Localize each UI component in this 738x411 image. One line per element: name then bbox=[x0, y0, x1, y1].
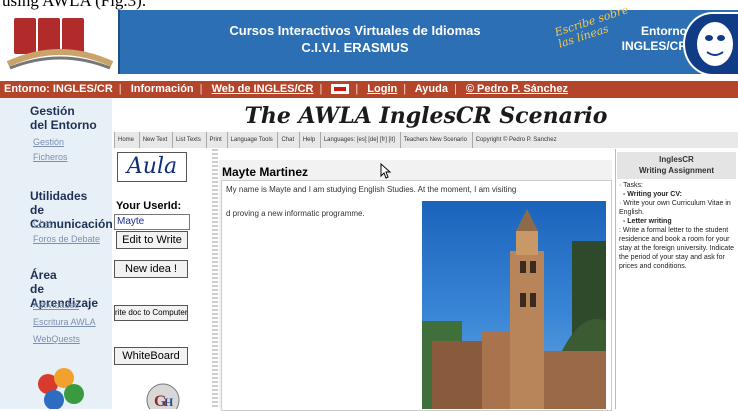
back-arrow-icon[interactable] bbox=[331, 84, 350, 95]
text-line-2: d proving a new informatic programme. bbox=[226, 209, 365, 218]
svg-text:H: H bbox=[164, 395, 174, 409]
gh-logo-icon: G H bbox=[146, 383, 180, 409]
nav-item-ayuda[interactable]: Ayuda bbox=[415, 83, 448, 95]
church-tower-image bbox=[422, 209, 606, 409]
sidebar-link-foros[interactable]: Foros de Debate bbox=[33, 234, 100, 244]
mouse-pointer-icon bbox=[380, 163, 392, 179]
toolbar-home[interactable]: Home bbox=[114, 132, 137, 148]
control-column bbox=[114, 149, 214, 409]
task2-title: - Letter writing bbox=[623, 218, 672, 225]
sidebar-link-webquests[interactable]: WebQuests bbox=[33, 334, 80, 344]
app-title: The AWLA InglesCR Scenario bbox=[244, 103, 608, 129]
sidebar-link-escritura[interactable]: Escritura AWLA bbox=[33, 317, 96, 327]
assignment-header: InglesCR Writing Assignment bbox=[617, 152, 736, 179]
task2-body: : Write a formal letter to the student r… bbox=[619, 227, 735, 270]
institution-logo[interactable] bbox=[0, 10, 120, 74]
mask-icon bbox=[697, 22, 733, 66]
sidebar-link-actividades[interactable]: Actividades bbox=[33, 300, 79, 310]
write-doc-to-computer-button[interactable]: rite doc to Computer bbox=[114, 305, 188, 321]
toolbar-new-text[interactable]: New Text bbox=[138, 132, 171, 148]
toolbar-help[interactable]: Help bbox=[298, 132, 318, 148]
nav-copyright[interactable]: © Pedro P. Sánchez bbox=[466, 83, 568, 95]
aula-logo: Aula bbox=[117, 152, 187, 182]
author-name: Mayte Martinez bbox=[222, 165, 309, 179]
banner-title-line1: Cursos Interactivos Virtuales de Idiomas bbox=[229, 23, 481, 38]
columns-logo-icon bbox=[6, 18, 114, 70]
toolbar-list-texts[interactable]: List Texts bbox=[171, 132, 204, 148]
text-line-1: My name is Mayte and I am studying Engli… bbox=[226, 185, 517, 194]
sidebar-title-line: del Entorno bbox=[30, 118, 97, 132]
nav-item-login[interactable]: Login bbox=[367, 83, 397, 95]
banner-title-line2: C.I.V.I. ERASMUS bbox=[301, 40, 409, 55]
sidebar-section-gestion-title: Gestión del Entorno bbox=[30, 104, 97, 132]
nav-item-web[interactable]: Web de INGLES/CR bbox=[212, 83, 314, 95]
banner-entorno: Entorno INGLES/CR bbox=[615, 24, 687, 54]
whiteboard-button[interactable]: WhiteBoard bbox=[114, 347, 188, 365]
nav-item-informacion[interactable]: Información bbox=[131, 83, 194, 95]
church-photo bbox=[422, 201, 606, 409]
banner-entorno-label: Entorno bbox=[641, 24, 687, 38]
sidebar-title-line: Gestión bbox=[30, 104, 75, 118]
sidebar-title-line: Área bbox=[30, 268, 57, 282]
toolbar-languages[interactable]: Languages: [es] [de] [fr] [it] bbox=[319, 132, 398, 148]
column-divider bbox=[212, 149, 218, 409]
userid-input[interactable]: Mayte bbox=[114, 214, 190, 230]
sidebar-link-chat[interactable]: Chat bbox=[33, 218, 52, 228]
toolbar-copyright: Copyright © Pedro P. Sanchez bbox=[471, 132, 560, 148]
assignment-title-line: Writing Assignment bbox=[638, 166, 715, 175]
left-sidebar: Gestión del Entorno Gestión Ficheros Uti… bbox=[0, 98, 113, 409]
banner-title: Cursos Interactivos Virtuales de Idiomas… bbox=[150, 22, 560, 56]
edit-to-write-button[interactable]: Edit to Write bbox=[116, 231, 188, 249]
nav-entorno: Entorno: INGLES/CR bbox=[4, 83, 113, 95]
mask-logo[interactable] bbox=[683, 12, 738, 76]
tasks-label: · Tasks: bbox=[619, 182, 643, 189]
toolbar-chat[interactable]: Chat bbox=[277, 132, 297, 148]
assignment-title-line: InglesCR bbox=[659, 155, 694, 164]
userid-label: Your UserId: bbox=[116, 200, 182, 212]
nav-bar: Entorno: INGLES/CR | Información | Web de … bbox=[0, 81, 738, 98]
new-idea-button[interactable]: New idea ! bbox=[114, 260, 188, 278]
colored-balls-icon bbox=[38, 368, 84, 409]
sidebar-link-gestion[interactable]: Gestión bbox=[33, 137, 64, 147]
toolbar-teachers-new-scenario[interactable]: Teachers New Scenario bbox=[399, 132, 470, 148]
task1-body: · Write your own Curriculum Vitae in Eng… bbox=[619, 200, 731, 216]
task1-title: - Writing your CV: bbox=[623, 191, 682, 198]
assignment-body: · Tasks: - Writing your CV: · Write your… bbox=[619, 181, 738, 271]
sidebar-title-line: Utilidades bbox=[30, 189, 88, 203]
sidebar-link-ficheros[interactable]: Ficheros bbox=[33, 152, 68, 162]
toolbar-print[interactable]: Print bbox=[205, 132, 225, 148]
banner-entorno-value: INGLES/CR bbox=[621, 39, 687, 53]
app-toolbar: Home New Text List Texts Print Language … bbox=[114, 132, 738, 148]
toolbar-language-tools[interactable]: Language Tools bbox=[226, 132, 276, 148]
